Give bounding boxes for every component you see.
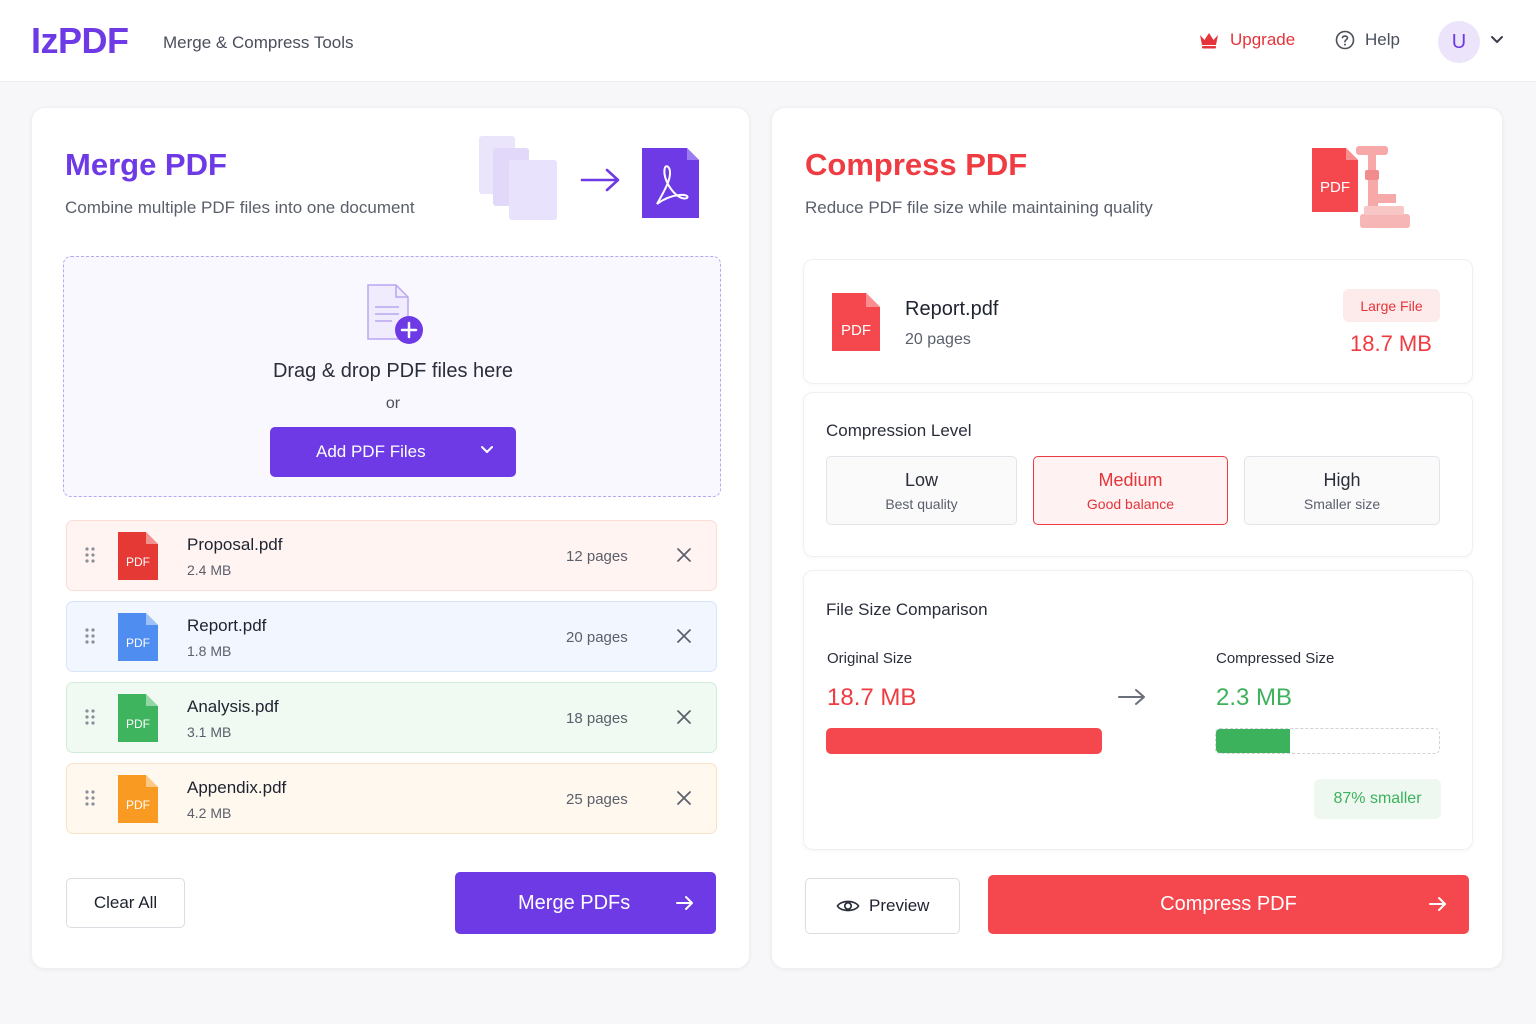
help-circle-icon (1335, 30, 1355, 50)
pdf-file-icon: PDF (118, 613, 158, 661)
original-size-label: Original Size (827, 650, 913, 667)
compressed-size-label: Compressed Size (1216, 650, 1335, 667)
file-pages: 25 pages (566, 791, 628, 808)
arrow-right-icon (1429, 897, 1446, 911)
upgrade-button[interactable]: Upgrade (1198, 30, 1295, 50)
clear-all-button[interactable]: Clear All (66, 878, 185, 928)
selected-file-card: PDF Report.pdf 20 pages Large File 18.7 … (803, 259, 1473, 384)
drag-handle-icon[interactable] (85, 790, 95, 806)
level-description: Good balance (1086, 496, 1175, 512)
pdf-label: PDF (126, 636, 150, 650)
dropzone[interactable]: Drag & drop PDF files here or Add PDF Fi… (63, 256, 721, 497)
file-name: Report.pdf (187, 616, 267, 635)
pdf-file-icon: PDF (118, 775, 158, 823)
file-name: Analysis.pdf (187, 697, 279, 716)
dropzone-or: or (385, 395, 401, 412)
file-size-comparison-card: File Size Comparison Original Size 18.7 … (803, 570, 1473, 850)
level-description: Best quality (885, 496, 958, 512)
add-pdf-files-label: Add PDF Files (316, 442, 426, 461)
pdf-label: PDF (126, 717, 150, 731)
close-icon[interactable] (677, 791, 691, 805)
merge-subtitle: Combine multiple PDF files into one docu… (65, 198, 415, 217)
saving-badge: 87% smaller (1314, 779, 1441, 819)
add-file-icon (367, 284, 423, 344)
merge-pdfs-button[interactable]: Merge PDFs (455, 872, 716, 934)
eye-icon (836, 900, 860, 912)
file-size: 2.4 MB (187, 562, 232, 578)
file-pages: 20 pages (566, 629, 628, 646)
drag-handle-icon[interactable] (85, 547, 95, 563)
crown-icon (1200, 33, 1218, 49)
top-bar: IzPDF Merge & Compress Tools Upgrade Hel… (0, 0, 1536, 82)
compressed-size-value: 2.3 MB (1216, 684, 1293, 711)
close-icon[interactable] (677, 710, 691, 724)
compression-level-card: Compression Level Low Best quality Mediu… (803, 392, 1473, 557)
pdf-file-icon: PDF (118, 694, 158, 742)
compress-subtitle: Reduce PDF file size while maintaining q… (805, 198, 1153, 217)
file-size: 3.1 MB (187, 724, 232, 740)
pdf-label: PDF (126, 798, 150, 812)
user-avatar[interactable]: U (1438, 21, 1480, 63)
file-size: 1.8 MB (187, 643, 232, 659)
merge-pdfs-label: Merge PDFs (518, 891, 631, 914)
chevron-down-icon[interactable] (480, 445, 494, 455)
pdf-file-icon: PDF (832, 293, 880, 351)
file-pages: 12 pages (566, 548, 628, 565)
compress-illustration-icon: PDF (1312, 146, 1410, 228)
hero-pdf-label: PDF (1320, 179, 1350, 196)
arrow-right-icon (676, 896, 693, 910)
help-label: Help (1365, 30, 1400, 49)
file-row[interactable]: PDF Proposal.pdf 2.4 MB 12 pages (66, 520, 717, 591)
original-size-value: 18.7 MB (827, 684, 917, 711)
level-name: High (1323, 470, 1361, 490)
merge-title: Merge PDF (65, 147, 227, 182)
file-row[interactable]: PDF Report.pdf 1.8 MB 20 pages (66, 601, 717, 672)
app-tagline: Merge & Compress Tools (163, 33, 354, 52)
drag-handle-icon[interactable] (85, 628, 95, 644)
compression-level-heading: Compression Level (826, 421, 972, 440)
file-row[interactable]: PDF Analysis.pdf 3.1 MB 18 pages (66, 682, 717, 753)
preview-button[interactable]: Preview (805, 878, 960, 934)
file-pages: 20 pages (905, 331, 971, 348)
pdf-file-icon: PDF (118, 532, 158, 580)
drag-handle-icon[interactable] (85, 709, 95, 725)
add-pdf-files-button[interactable]: Add PDF Files (270, 427, 516, 477)
compressed-size-bar (1216, 729, 1290, 753)
merge-illustration-icon (479, 136, 699, 220)
level-name: Low (904, 470, 939, 490)
comparison-heading: File Size Comparison (826, 600, 988, 619)
file-name: Report.pdf (905, 298, 999, 320)
file-name: Appendix.pdf (187, 778, 287, 797)
compressed-size-track (1215, 728, 1440, 754)
compress-pdf-label: Compress PDF (1160, 893, 1297, 915)
close-icon[interactable] (677, 629, 691, 643)
compress-pdf-button[interactable]: Compress PDF (988, 875, 1469, 934)
upgrade-label: Upgrade (1230, 30, 1296, 49)
compression-level-high-button[interactable]: High Smaller size (1244, 456, 1440, 525)
original-size-bar (826, 728, 1102, 754)
close-icon[interactable] (677, 548, 691, 562)
help-button[interactable]: Help (1335, 30, 1400, 50)
preview-label: Preview (869, 896, 930, 915)
pdf-label: PDF (841, 322, 871, 339)
file-name: Proposal.pdf (187, 535, 283, 554)
compression-level-low-button[interactable]: Low Best quality (826, 456, 1017, 525)
compress-title: Compress PDF (805, 147, 1028, 182)
dropzone-title: Drag & drop PDF files here (272, 360, 514, 382)
large-file-badge: Large File (1343, 289, 1440, 322)
file-row[interactable]: PDF Appendix.pdf 4.2 MB 25 pages (66, 763, 717, 834)
file-size: 4.2 MB (187, 805, 232, 821)
chevron-down-icon[interactable] (1490, 35, 1504, 45)
app-logo[interactable]: IzPDF (31, 20, 129, 62)
file-size: 18.7 MB (1350, 331, 1432, 356)
compression-level-medium-button[interactable]: Medium Good balance (1033, 456, 1228, 525)
pdf-label: PDF (126, 555, 150, 569)
level-name: Medium (1098, 470, 1163, 490)
merge-pdf-panel: Merge PDF Combine multiple PDF files int… (31, 107, 750, 969)
arrow-right-icon (1118, 689, 1145, 705)
level-description: Smaller size (1303, 496, 1381, 512)
file-pages: 18 pages (566, 710, 628, 727)
compress-pdf-panel: Compress PDF Reduce PDF file size while … (771, 107, 1503, 969)
